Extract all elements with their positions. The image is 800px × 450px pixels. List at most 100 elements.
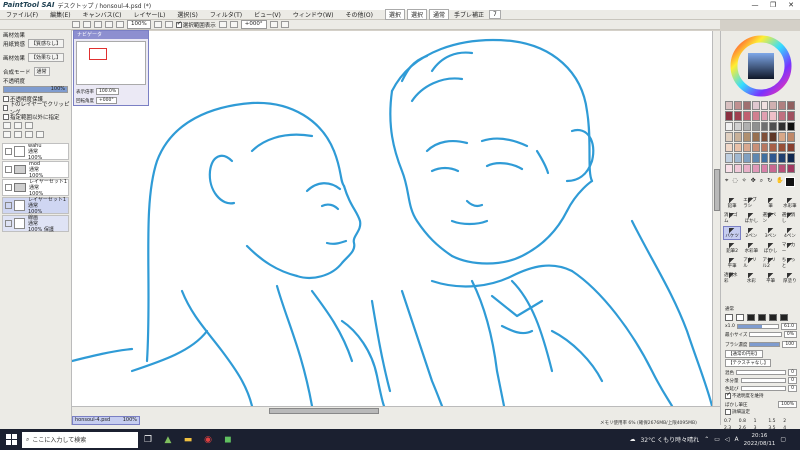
zoom-in-button[interactable] [116,21,124,28]
brush-shape-6[interactable] [780,314,788,321]
palette-swatch[interactable] [760,121,769,132]
redo-button[interactable] [83,21,91,28]
palette-swatch[interactable] [778,101,787,111]
palette-swatch[interactable] [760,101,769,111]
select-mode-2[interactable]: 選択 [406,9,427,20]
palette-swatch[interactable] [778,142,787,153]
tool-button[interactable]: ちょっと [781,256,799,270]
palette-swatch[interactable] [751,142,760,153]
move-icon[interactable]: ✥ [751,177,756,185]
file-explorer-icon[interactable]: ▬ [178,429,198,450]
maximize-button[interactable]: ❐ [764,0,782,10]
palette-swatch[interactable] [725,153,733,163]
lasso-icon[interactable]: ◌ [732,177,737,185]
palette-swatch[interactable] [778,132,787,142]
rotation-field[interactable]: +000° [240,20,267,29]
brush-shape-5[interactable] [769,314,777,321]
tool-button[interactable]: ぼかし [742,211,760,225]
palette-swatch[interactable] [742,153,751,163]
delete-layer-icon[interactable] [36,131,44,138]
brush-effect-select[interactable]: 【効果なし】 [28,53,65,62]
palette-swatch[interactable] [760,111,769,121]
blend-mode-select[interactable]: 通常 [428,9,449,20]
palette-swatch[interactable] [725,163,733,173]
palette-swatch[interactable] [751,101,760,111]
palette-swatch[interactable] [725,111,733,121]
palette-swatch[interactable] [733,121,742,132]
palette-swatch[interactable] [787,101,795,111]
palette-swatch[interactable] [733,142,742,153]
drawing-canvas[interactable] [72,31,720,406]
palette-swatch[interactable] [742,163,751,173]
vertical-scrollbar[interactable] [712,31,720,406]
tool-button[interactable]: 3ペン [762,226,780,240]
tool-button[interactable]: 選択消し [781,211,799,225]
palette-swatch[interactable] [787,142,795,153]
size-value[interactable]: 61.0 [780,323,797,330]
layer-item[interactable]: 線画 通常 100% 保護 [2,215,69,233]
tool-button[interactable]: アクリル [742,256,760,270]
palette-swatch[interactable] [760,163,769,173]
nav-rot-field[interactable]: +000° [96,97,117,104]
palette-swatch[interactable] [725,142,733,153]
primary-color-swatch[interactable] [785,177,795,187]
size-scale[interactable]: x1.0 [725,324,735,329]
palette-swatch[interactable] [742,121,751,132]
palette-swatch[interactable] [769,153,778,163]
menu-view[interactable]: ビュー(V) [248,10,287,19]
brush-texture-select[interactable]: 【テクスチャなし】 [725,359,772,367]
tool-button[interactable]: マーカー [781,241,799,255]
palette-swatch[interactable] [769,101,778,111]
palette-swatch[interactable] [725,132,733,142]
menu-layer[interactable]: レイヤー(L) [128,10,172,19]
navigator-preview[interactable] [76,41,146,85]
landscape-app-icon[interactable]: ▲ [158,429,178,450]
visibility-icon[interactable] [5,202,12,209]
tool-button[interactable]: ぼかし [762,241,780,255]
copy-layer-icon[interactable] [3,131,11,138]
size-preset[interactable]: 1 [754,419,769,424]
palette-swatch[interactable] [778,153,787,163]
clock[interactable]: 20:16 2022/08/11 [744,432,776,448]
show-selection-toggle[interactable]: 選択範囲表示 [175,20,216,29]
palette-swatch[interactable] [742,101,751,111]
visibility-icon[interactable] [5,184,12,191]
menu-select[interactable]: 選択(S) [171,10,204,19]
rotate-icon[interactable]: ↻ [767,177,772,185]
blur-value[interactable]: 100% [778,401,797,408]
notification-icon[interactable]: ▢ [780,436,786,443]
menu-edit[interactable]: 編集(E) [44,10,76,19]
visibility-icon[interactable] [5,166,12,173]
document-tab[interactable]: honsoul-4.psd 100% [72,415,140,425]
new-layer-icon[interactable] [3,122,11,129]
palette-swatch[interactable] [751,163,760,173]
tool-button[interactable]: 平筆 [723,256,741,270]
palette-swatch[interactable] [742,111,751,121]
line-app-icon[interactable]: ◼ [218,429,238,450]
layer-item[interactable]: mod 通常 100% [2,161,69,179]
palette-swatch[interactable] [733,163,742,173]
tool-button[interactable]: エアブラシ [742,196,760,210]
weather-text[interactable]: 32°C くもり時々晴れ [640,435,699,444]
palette-swatch[interactable] [787,163,795,173]
flip-button[interactable] [280,21,289,28]
brush-shape-2[interactable] [736,314,744,321]
zoom-field[interactable]: 100% [127,20,151,29]
palette-swatch[interactable] [769,132,778,142]
hand-icon[interactable]: ✋ [776,177,783,185]
clear-layer-icon[interactable] [25,131,33,138]
chrome-icon[interactable]: ◉ [198,429,218,450]
palette-swatch[interactable] [751,132,760,142]
close-button[interactable]: ✕ [782,0,800,10]
size-preset[interactable]: 0.7 [724,419,739,424]
tool-button[interactable]: 厚塗り [781,271,799,285]
tool-button[interactable]: 水彩筆 [781,196,799,210]
select-mode-1[interactable]: 選択 [384,9,405,20]
scroll-thumb[interactable] [269,408,379,414]
zoom-out-button[interactable] [153,21,162,28]
view-rect[interactable] [89,48,107,60]
menu-window[interactable]: ウィンドウ(W) [287,10,340,19]
tool-button[interactable]: 選択ペン [762,211,780,225]
palette-swatch[interactable] [733,132,742,142]
layer-item-selected[interactable]: レイヤーセット1 通常 100% [2,197,69,215]
